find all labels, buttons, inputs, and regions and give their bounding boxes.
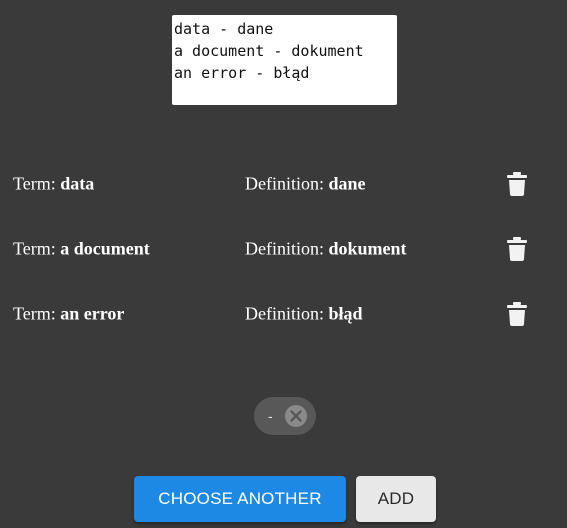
entry-row: Term: an error Definition: błąd: [0, 294, 567, 334]
word-list-input[interactable]: data - dane a document - dokument an err…: [172, 15, 397, 105]
term-value: a document: [60, 238, 150, 259]
definition-value: dokument: [328, 238, 407, 259]
definition-value: błąd: [328, 303, 363, 324]
definition-label: Definition:: [245, 173, 329, 194]
entry-row: Term: data Definition: dane: [0, 164, 567, 204]
term-value: an error: [60, 303, 125, 324]
trash-icon[interactable]: [506, 302, 528, 326]
trash-icon[interactable]: [506, 237, 528, 261]
term-label: Term:: [13, 303, 61, 324]
entry-row: Term: a document Definition: dokument: [0, 229, 567, 269]
definition-label: Definition:: [245, 303, 329, 324]
definition-label: Definition:: [245, 238, 329, 259]
term-label: Term:: [13, 173, 61, 194]
term-value: data: [60, 173, 95, 194]
term: Term: an error: [13, 304, 124, 325]
close-circle-icon[interactable]: [285, 405, 307, 427]
term-label: Term:: [13, 238, 61, 259]
trash-icon[interactable]: [506, 172, 528, 196]
definition: Definition: dane: [245, 174, 366, 195]
choose-another-button[interactable]: CHOOSE ANOTHER: [134, 476, 346, 522]
term: Term: a document: [13, 239, 150, 260]
definition: Definition: błąd: [245, 304, 363, 325]
add-button[interactable]: ADD: [356, 476, 436, 522]
term: Term: data: [13, 174, 94, 195]
file-chip: -: [254, 397, 316, 435]
definition-value: dane: [328, 173, 366, 194]
chip-label: -: [268, 408, 273, 424]
definition: Definition: dokument: [245, 239, 407, 260]
